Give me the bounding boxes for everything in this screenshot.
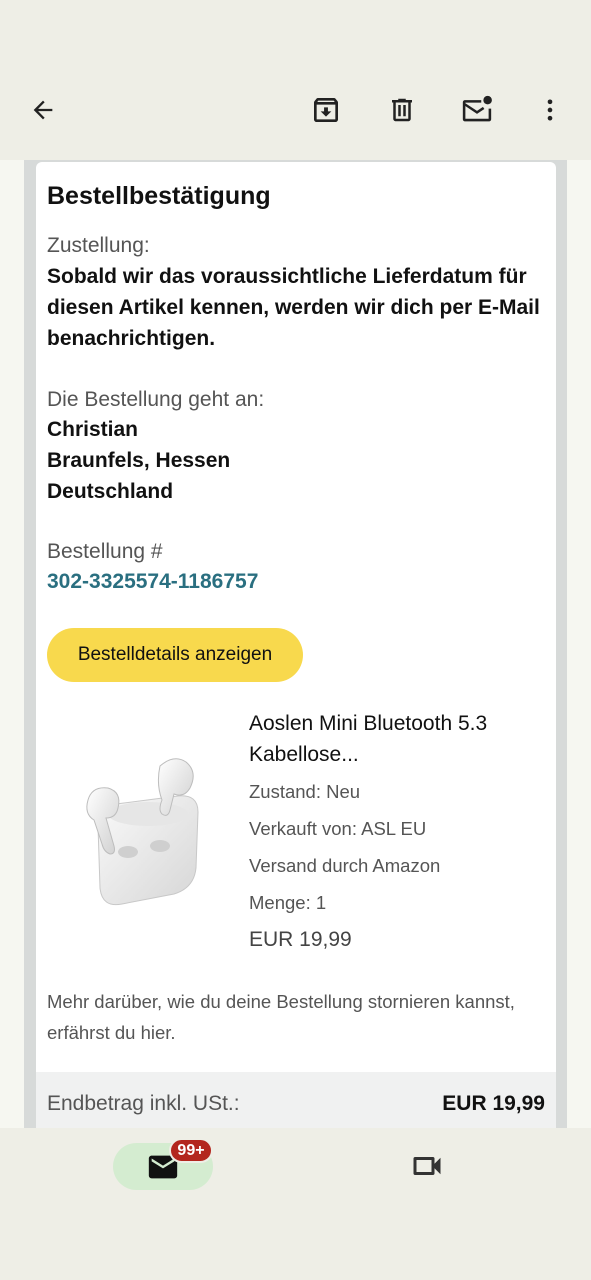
product-shipping: Versand durch Amazon [249, 855, 441, 876]
order-total-bar: Endbetrag inkl. USt.: EUR 19,99 [36, 1072, 556, 1128]
video-camera-icon [413, 1157, 441, 1175]
ship-to-name: Christian [47, 418, 139, 441]
ship-to-city: Braunfels, Hessen [47, 449, 231, 472]
mark-unread-icon [462, 95, 492, 122]
email-title: Bestellbestätigung [47, 182, 271, 210]
product-quantity: Menge: 1 [249, 892, 327, 913]
order-details-button[interactable]: Bestelldetails anzeigen [47, 628, 303, 682]
email-toolbar [0, 60, 591, 160]
nav-meet-tab[interactable] [404, 1146, 450, 1186]
ship-to-label: Die Bestellung geht an: [47, 388, 265, 411]
back-button[interactable] [21, 88, 65, 132]
back-arrow-icon [33, 100, 53, 120]
product-name[interactable]: Aoslen Mini Bluetooth 5.3 Kabellose... [249, 708, 549, 770]
order-number-label: Bestellung # [47, 540, 163, 563]
unread-count-badge: 99+ [169, 1138, 213, 1163]
archive-button[interactable] [304, 88, 348, 132]
total-label: Endbetrag inkl. USt.: [47, 1092, 240, 1115]
delivery-label: Zustellung: [47, 234, 150, 257]
product-condition: Zustand: Neu [249, 781, 361, 802]
delete-icon [392, 98, 412, 122]
order-number-link[interactable]: 302-3325574-1186757 [47, 570, 258, 594]
archive-icon [314, 98, 338, 122]
ship-to-country: Deutschland [47, 480, 174, 503]
product-price: EUR 19,99 [249, 928, 352, 951]
product-image[interactable] [76, 748, 204, 920]
email-body: Bestellbestätigung Zustellung: Sobald wi… [0, 160, 591, 1128]
bottom-navigation: 99+ [0, 1128, 591, 1280]
delivery-text: Sobald wir das voraussichtliche Lieferda… [47, 265, 540, 350]
cancel-info-text[interactable]: Mehr darüber, wie du deine Bestellung st… [47, 986, 527, 1048]
more-vert-icon [547, 99, 553, 121]
order-confirmation-card: Bestellbestätigung Zustellung: Sobald wi… [36, 162, 556, 1128]
status-bar-area [0, 0, 591, 60]
total-value: EUR 19,99 [442, 1092, 545, 1115]
more-options-button[interactable] [528, 88, 572, 132]
delete-button[interactable] [380, 88, 424, 132]
mark-unread-button[interactable] [455, 88, 499, 132]
product-seller: Verkauft von: ASL EU [249, 818, 427, 839]
